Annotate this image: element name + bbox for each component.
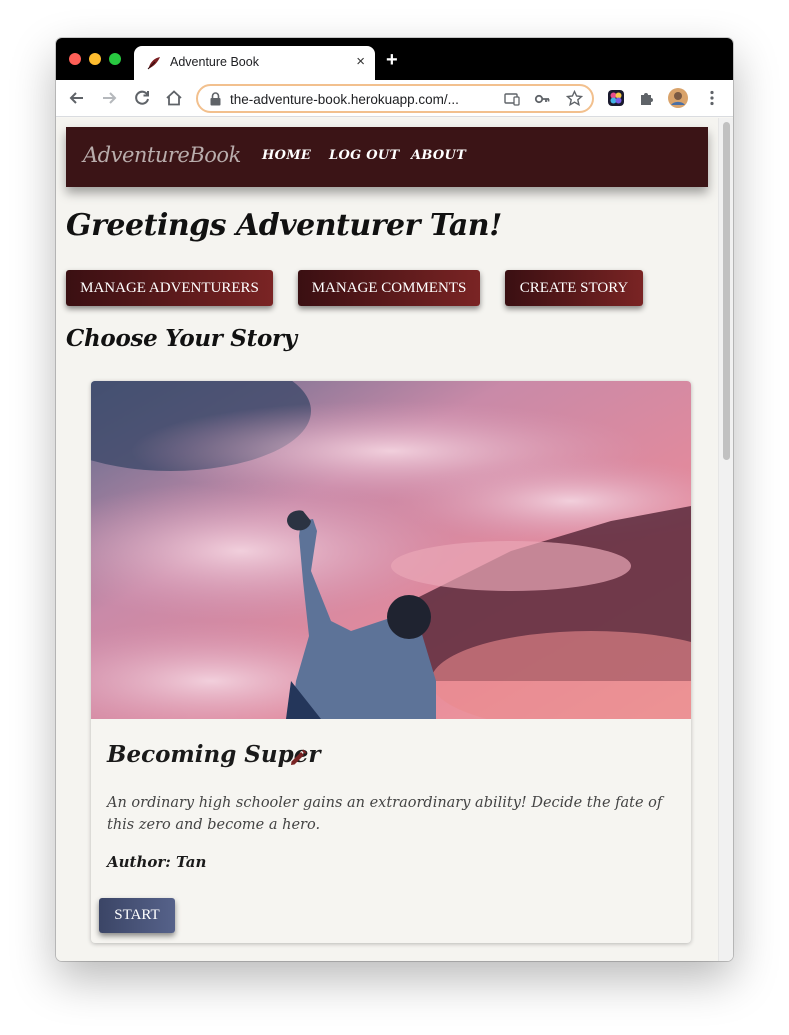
pencil-icon[interactable]	[288, 748, 308, 768]
site-logo[interactable]: AdventureBook	[83, 143, 241, 167]
section-title: Choose Your Story	[66, 325, 297, 352]
home-icon[interactable]	[163, 87, 185, 109]
create-story-button[interactable]: CREATE STORY	[505, 270, 643, 306]
url-text: the-adventure-book.herokuapp.com/...	[230, 92, 459, 107]
site-navbar: AdventureBook HOME LOG OUT ABOUT	[66, 127, 708, 187]
tab-close-icon[interactable]: ×	[356, 53, 365, 71]
story-description: An ordinary high schooler gains an extra…	[107, 795, 663, 833]
scrollbar[interactable]	[718, 118, 733, 961]
start-button[interactable]: START	[99, 898, 175, 933]
browser-toolbar: the-adventure-book.herokuapp.com/...	[56, 80, 733, 117]
browser-window: Adventure Book × + the-adventure-book.he…	[56, 38, 733, 961]
tab-title: Adventure Book	[170, 55, 259, 69]
cast-icon[interactable]	[504, 92, 520, 106]
nav-about-link[interactable]: ABOUT	[411, 148, 466, 163]
reload-icon[interactable]	[131, 87, 153, 109]
page-title: Greetings Adventurer Tan!	[66, 208, 502, 243]
extension-icon[interactable]	[605, 87, 627, 109]
title-bar: Adventure Book × +	[56, 38, 733, 80]
profile-avatar[interactable]	[667, 87, 689, 109]
more-menu-icon[interactable]	[701, 87, 723, 109]
manage-adventurers-button[interactable]: MANAGE ADVENTURERS	[66, 270, 273, 306]
star-icon[interactable]	[566, 90, 583, 107]
forward-arrow-icon[interactable]	[98, 87, 120, 109]
address-bar[interactable]: the-adventure-book.herokuapp.com/...	[196, 84, 594, 113]
maximize-window-button[interactable]	[109, 53, 121, 65]
back-arrow-icon[interactable]	[66, 87, 88, 109]
key-icon[interactable]	[534, 91, 550, 107]
browser-tab[interactable]: Adventure Book ×	[134, 46, 375, 80]
close-window-button[interactable]	[69, 53, 81, 65]
nav-logout-link[interactable]: LOG OUT	[329, 148, 400, 163]
puzzle-icon[interactable]	[636, 87, 658, 109]
manage-comments-button[interactable]: MANAGE COMMENTS	[298, 270, 480, 306]
lock-icon	[210, 92, 221, 106]
nav-home-link[interactable]: HOME	[262, 148, 311, 163]
story-cover-image[interactable]	[91, 381, 691, 719]
scrollbar-thumb[interactable]	[723, 122, 730, 460]
story-card: Becoming Super An ordinary high schooler…	[91, 381, 691, 943]
page-viewport: AdventureBook HOME LOG OUT ABOUT Greetin…	[56, 118, 733, 961]
new-tab-button[interactable]: +	[386, 50, 398, 70]
minimize-window-button[interactable]	[89, 53, 101, 65]
story-author: Author: Tan	[107, 853, 207, 871]
feather-icon	[147, 57, 160, 70]
